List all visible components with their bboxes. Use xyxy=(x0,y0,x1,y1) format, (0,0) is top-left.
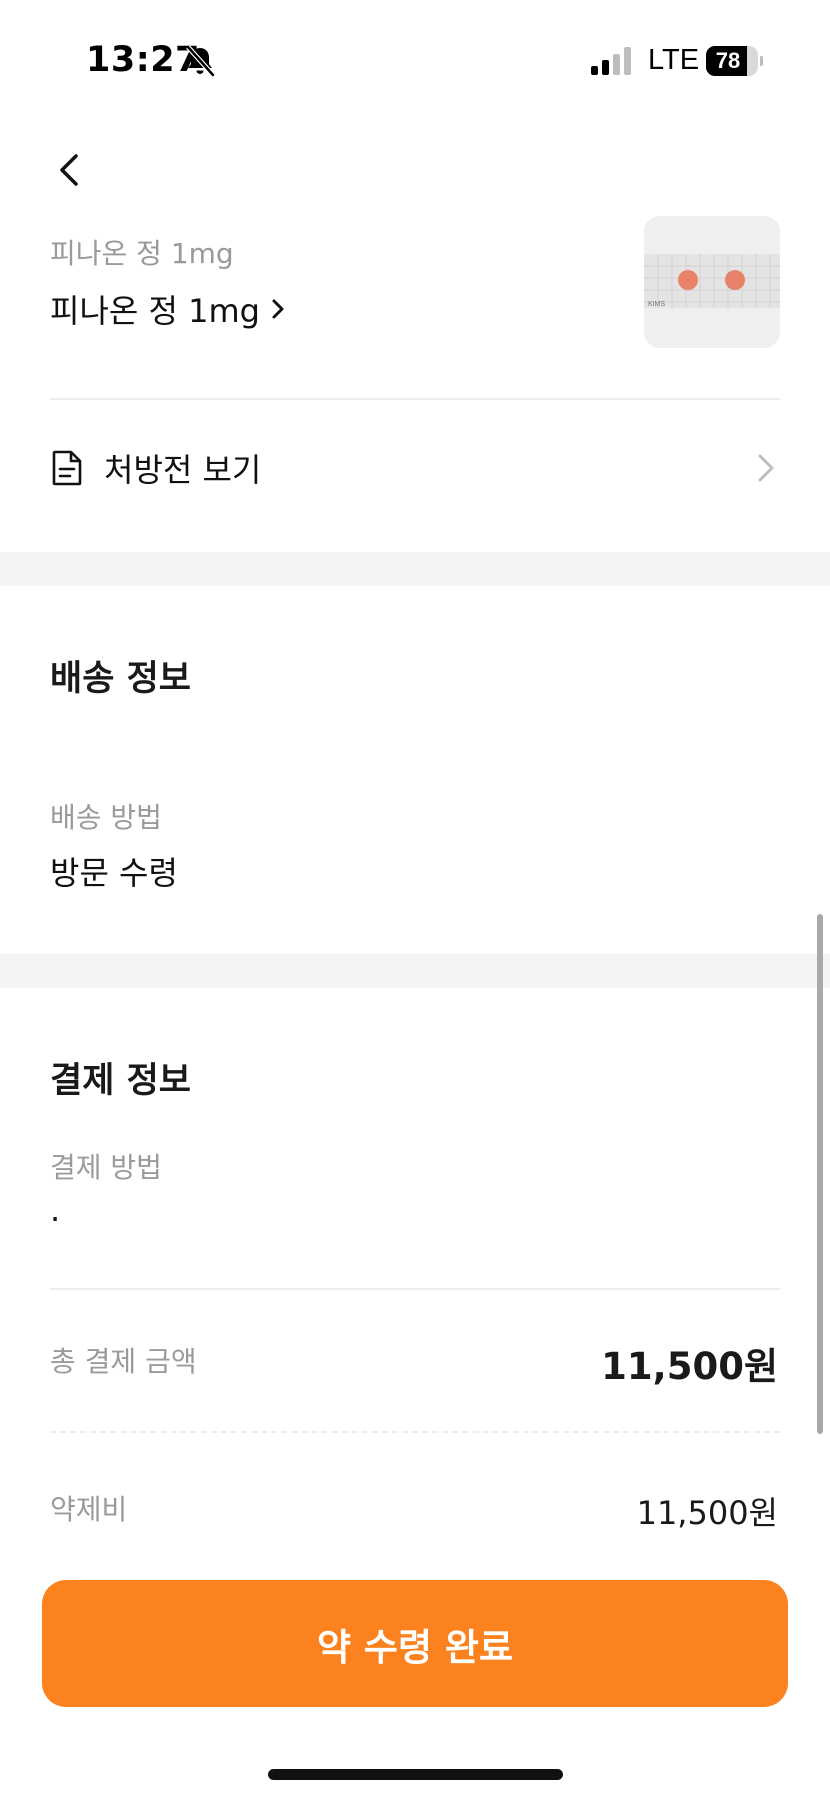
chevron-right-icon xyxy=(758,454,774,482)
pill-photo: KIMS xyxy=(644,216,780,348)
drug-fee-amount: 11,500원 xyxy=(636,1494,778,1532)
section-gap xyxy=(0,954,830,988)
home-indicator[interactable] xyxy=(268,1769,563,1780)
payment-method-label: 결제 방법 xyxy=(50,1151,162,1184)
document-icon xyxy=(52,450,82,486)
chevron-right-icon xyxy=(272,299,284,319)
drug-fee-label: 약제비 xyxy=(50,1493,128,1526)
view-prescription-button[interactable]: 처방전 보기 xyxy=(50,430,780,506)
divider xyxy=(50,398,780,400)
total-amount: 11,500원 xyxy=(601,1345,778,1388)
payment-method-value: · xyxy=(50,1200,61,1238)
drug-thumbnail[interactable]: KIMS xyxy=(644,216,780,348)
chevron-left-icon[interactable] xyxy=(50,148,90,192)
divider xyxy=(50,1288,780,1290)
complete-pickup-button[interactable]: 약 수령 완료 xyxy=(42,1580,788,1707)
drug-caption: 피나온 정 1mg xyxy=(50,237,234,270)
delivery-method-value: 방문 수령 xyxy=(50,854,178,892)
thumbnail-text: KIMS xyxy=(648,301,665,308)
dashed-divider xyxy=(50,1431,780,1433)
total-label: 총 결제 금액 xyxy=(50,1345,197,1378)
status-bar: 13:27 LTE 78 xyxy=(0,0,830,110)
battery-cap xyxy=(760,56,763,66)
section-gap xyxy=(0,552,830,586)
delivery-method-label: 배송 방법 xyxy=(50,801,162,834)
network-type: LTE xyxy=(648,44,700,76)
battery-percent: 78 xyxy=(715,48,741,73)
drug-name: 피나온 정 1mg xyxy=(50,292,260,330)
drug-name-link[interactable]: 피나온 정 1mg xyxy=(50,286,286,332)
scrollbar[interactable] xyxy=(817,914,823,1434)
battery-icon: 78 xyxy=(706,46,763,76)
status-time: 13:27 xyxy=(86,40,200,80)
screen: 13:27 LTE 78 피나온 정 1mg 피나온 정 1mg KIMS 처방… xyxy=(0,0,830,1799)
payment-section-title: 결제 정보 xyxy=(50,1061,191,1101)
prescription-label: 처방전 보기 xyxy=(104,451,262,489)
bell-slash-icon xyxy=(186,45,215,77)
delivery-section-title: 배송 정보 xyxy=(50,659,191,699)
cellular-signal-icon xyxy=(591,47,631,75)
